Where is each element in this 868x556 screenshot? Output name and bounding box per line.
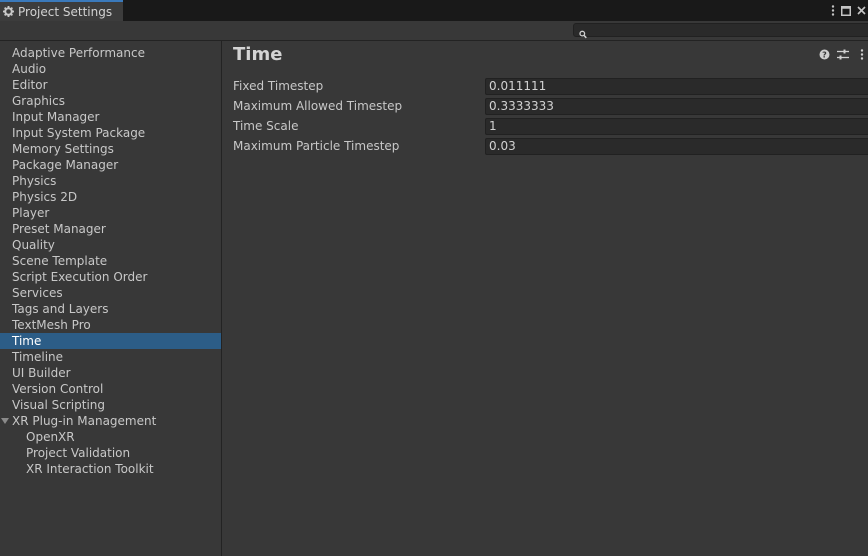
window-title: Project Settings bbox=[18, 4, 113, 19]
window-tab-bar: Project Settings bbox=[0, 0, 868, 21]
sidebar-item-xr-plugin-management[interactable]: XR Plug-in Management bbox=[0, 413, 221, 429]
help-icon[interactable]: ? bbox=[818, 47, 830, 61]
gear-icon bbox=[3, 6, 14, 17]
sidebar-item-ui-builder[interactable]: UI Builder bbox=[0, 365, 221, 381]
sidebar-item-textmesh-pro[interactable]: TextMesh Pro bbox=[0, 317, 221, 333]
sidebar-item-quality[interactable]: Quality bbox=[0, 237, 221, 253]
header-icons: ? bbox=[818, 47, 868, 61]
sidebar-item-visual-scripting[interactable]: Visual Scripting bbox=[0, 397, 221, 413]
settings-main-panel: Time ? Fixed Timestep 0.011111 Maximum A… bbox=[222, 41, 868, 556]
sidebar-item-preset-manager[interactable]: Preset Manager bbox=[0, 221, 221, 237]
sidebar-item-time[interactable]: Time bbox=[0, 333, 221, 349]
sidebar-item-timeline[interactable]: Timeline bbox=[0, 349, 221, 365]
fold-arrow-icon[interactable] bbox=[1, 418, 9, 424]
svg-text:?: ? bbox=[822, 50, 827, 59]
sidebar-item-graphics[interactable]: Graphics bbox=[0, 93, 221, 109]
sidebar-item-physics[interactable]: Physics bbox=[0, 173, 221, 189]
preset-icon[interactable] bbox=[837, 47, 849, 61]
maximum-allowed-timestep-field[interactable]: 0.3333333 bbox=[485, 98, 868, 115]
window-controls bbox=[831, 0, 868, 21]
property-row-maximum-particle-timestep: Maximum Particle Timestep 0.03 bbox=[233, 138, 868, 156]
sidebar-item-openxr[interactable]: OpenXR bbox=[0, 429, 221, 445]
sidebar-item-input-manager[interactable]: Input Manager bbox=[0, 109, 221, 125]
sidebar-item-audio[interactable]: Audio bbox=[0, 61, 221, 77]
sidebar-item-script-execution-order[interactable]: Script Execution Order bbox=[0, 269, 221, 285]
property-row-fixed-timestep: Fixed Timestep 0.011111 bbox=[233, 78, 868, 96]
sidebar-item-tags-and-layers[interactable]: Tags and Layers bbox=[0, 301, 221, 317]
property-row-time-scale: Time Scale 1 bbox=[233, 118, 868, 136]
sidebar-item-project-validation[interactable]: Project Validation bbox=[0, 445, 221, 461]
sidebar-item-physics-2d[interactable]: Physics 2D bbox=[0, 189, 221, 205]
settings-sidebar: Adaptive Performance Audio Editor Graphi… bbox=[0, 41, 222, 556]
maximum-particle-timestep-field[interactable]: 0.03 bbox=[485, 138, 868, 155]
maximize-icon[interactable] bbox=[841, 5, 851, 16]
sidebar-item-editor[interactable]: Editor bbox=[0, 77, 221, 93]
more-icon[interactable] bbox=[831, 5, 835, 16]
fixed-timestep-label: Fixed Timestep bbox=[233, 79, 324, 93]
page-title: Time bbox=[233, 44, 283, 65]
maximum-particle-timestep-label: Maximum Particle Timestep bbox=[233, 139, 400, 153]
project-settings-tab[interactable]: Project Settings bbox=[0, 0, 123, 21]
time-scale-label: Time Scale bbox=[233, 119, 299, 133]
search-box[interactable] bbox=[573, 23, 868, 39]
sidebar-item-player[interactable]: Player bbox=[0, 205, 221, 221]
time-scale-field[interactable]: 1 bbox=[485, 118, 868, 135]
sidebar-item-input-system-package[interactable]: Input System Package bbox=[0, 125, 221, 141]
sidebar-item-memory-settings[interactable]: Memory Settings bbox=[0, 141, 221, 157]
search-toolbar bbox=[0, 21, 868, 41]
maximum-allowed-timestep-label: Maximum Allowed Timestep bbox=[233, 99, 403, 113]
settings-category-list: Adaptive Performance Audio Editor Graphi… bbox=[0, 41, 221, 477]
sidebar-item-package-manager[interactable]: Package Manager bbox=[0, 157, 221, 173]
sidebar-item-adaptive-performance[interactable]: Adaptive Performance bbox=[0, 45, 221, 61]
sidebar-item-scene-template[interactable]: Scene Template bbox=[0, 253, 221, 269]
more-icon[interactable] bbox=[856, 47, 868, 61]
search-input[interactable] bbox=[590, 24, 860, 36]
search-icon bbox=[579, 25, 587, 39]
close-icon[interactable] bbox=[857, 6, 866, 15]
sidebar-item-services[interactable]: Services bbox=[0, 285, 221, 301]
fixed-timestep-field[interactable]: 0.011111 bbox=[485, 78, 868, 95]
sidebar-item-version-control[interactable]: Version Control bbox=[0, 381, 221, 397]
sidebar-item-xr-interaction-toolkit[interactable]: XR Interaction Toolkit bbox=[0, 461, 221, 477]
property-row-maximum-allowed-timestep: Maximum Allowed Timestep 0.3333333 bbox=[233, 98, 868, 116]
